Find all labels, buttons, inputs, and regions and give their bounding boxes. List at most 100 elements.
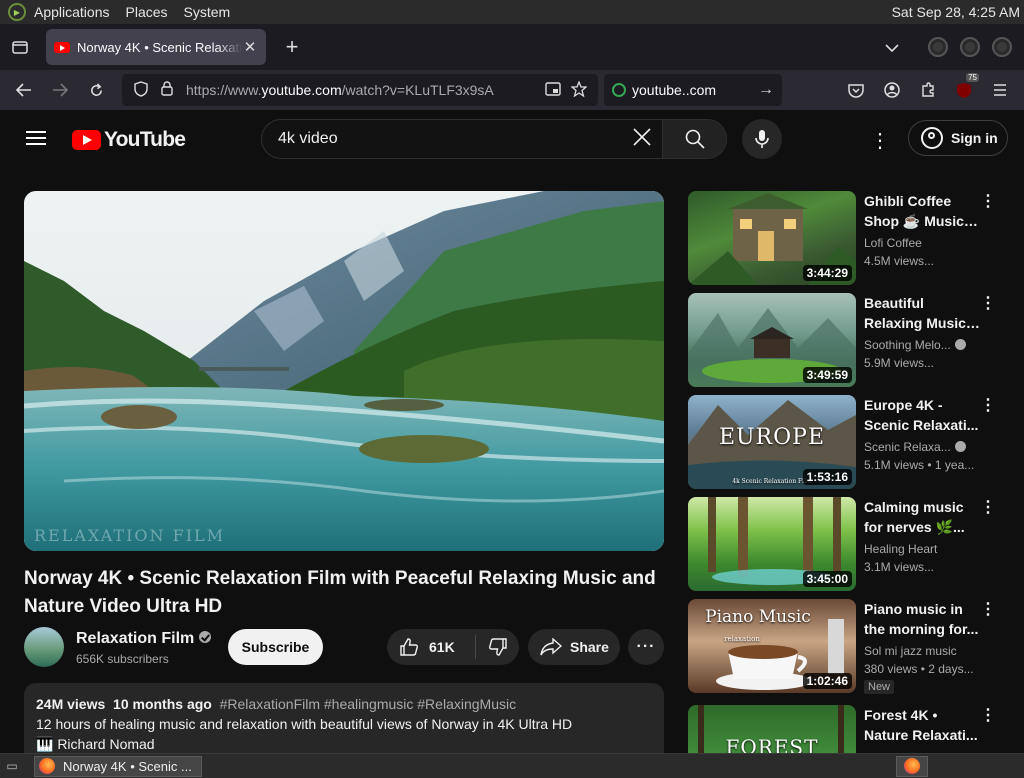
video-thumbnail[interactable]: Piano Music relaxation 1:02:46	[688, 599, 856, 693]
maximize-window-button[interactable]	[960, 37, 980, 57]
voice-search-button[interactable]	[742, 119, 782, 159]
like-button[interactable]: 61K	[387, 629, 475, 665]
search-bar[interactable]: youtube..com →	[604, 74, 782, 106]
action-menu-icon[interactable]: ⋮	[980, 397, 996, 415]
share-arrow-icon	[540, 638, 562, 656]
related-channel-name[interactable]: Lofi Coffee	[864, 236, 980, 250]
related-video-title[interactable]: Europe 4K - Scenic Relaxati...	[864, 395, 980, 435]
bottom-taskbar: ▭ Norway 4K • Scenic ...	[0, 753, 1024, 778]
video-thumbnail[interactable]: FOREST	[688, 705, 856, 753]
related-video-title[interactable]: Ghibli Coffee Shop ☕ Music t...	[864, 191, 980, 231]
related-video-item[interactable]: EUROPE 4k Scenic Relaxation Film 1:53:16…	[688, 395, 1008, 489]
account-icon	[884, 82, 900, 98]
system-menu[interactable]: System	[184, 4, 231, 20]
action-menu-icon[interactable]: ⋮	[980, 601, 996, 619]
video-thumbnail[interactable]: 3:45:00	[688, 497, 856, 591]
sign-in-label: Sign in	[951, 130, 998, 146]
pocket-button[interactable]	[838, 72, 874, 108]
search-go-arrow-icon[interactable]: →	[758, 81, 774, 99]
microphone-icon	[755, 130, 769, 148]
ublock-shield-icon	[957, 82, 971, 98]
related-video-item[interactable]: 3:49:59 Beautiful Relaxing Music ... Soot…	[688, 293, 1008, 387]
video-thumbnail[interactable]: 3:44:29	[688, 191, 856, 285]
related-video-title[interactable]: Calming music for nerves 🌿...	[864, 497, 980, 537]
video-thumbnail[interactable]: EUROPE 4k Scenic Relaxation Film 1:53:16	[688, 395, 856, 489]
firefox-view-button[interactable]	[0, 24, 40, 70]
related-channel-name[interactable]: Soothing Melo...	[864, 338, 980, 352]
related-video-title[interactable]: Forest 4K • Nature Relaxati...	[864, 705, 980, 745]
taskbar-window-button[interactable]: Norway 4K • Scenic ...	[34, 755, 202, 777]
dislike-button[interactable]	[476, 637, 519, 657]
share-button[interactable]: Share	[528, 629, 620, 665]
tracking-protection-shield-icon[interactable]	[128, 80, 154, 100]
browser-tab-strip: Norway 4K • Scenic Relaxation Film ✕ +	[0, 24, 1024, 70]
action-menu-icon[interactable]: ⋮	[980, 193, 996, 211]
related-channel-name[interactable]: Scenic Relaxa...	[864, 440, 980, 454]
app-menu-button[interactable]	[982, 72, 1018, 108]
url-text[interactable]: https://www.youtube.com/watch?v=KLuTLF3x…	[186, 82, 540, 98]
sign-in-button[interactable]: Sign in	[908, 120, 1008, 156]
workspace-switcher[interactable]	[896, 755, 928, 777]
video-duration: 3:45:00	[802, 571, 852, 587]
action-menu-icon[interactable]: ⋮	[980, 295, 996, 313]
youtube-search-input[interactable]: 4k video	[262, 130, 622, 148]
close-tab-icon[interactable]: ✕	[242, 38, 258, 56]
subscribe-button[interactable]: Subscribe	[228, 629, 323, 665]
distro-logo-icon[interactable]: ▶	[8, 3, 26, 21]
related-video-item[interactable]: Piano Music relaxation 1:02:46 Piano mus…	[688, 599, 1008, 694]
list-all-tabs-button[interactable]	[872, 39, 912, 55]
clock[interactable]: Sat Sep 28, 4:25 AM	[892, 4, 1020, 20]
thumbnail-title-text: Piano Music	[705, 607, 811, 627]
account-circle-icon	[921, 127, 943, 149]
minimize-window-button[interactable]	[928, 37, 948, 57]
ublock-extension-button[interactable]: 75	[946, 72, 982, 108]
settings-more-icon[interactable]: ⋮	[870, 128, 890, 153]
more-actions-button[interactable]: ···	[628, 629, 664, 665]
reload-button[interactable]	[78, 72, 114, 108]
applications-menu[interactable]: Applications	[34, 4, 110, 20]
close-window-button[interactable]	[992, 37, 1012, 57]
firefox-tray-icon	[904, 758, 920, 774]
active-tab[interactable]: Norway 4K • Scenic Relaxation Film ✕	[46, 29, 266, 65]
verified-check-icon	[199, 631, 212, 643]
related-channel-name[interactable]: Healing Heart	[864, 542, 980, 556]
related-channel-name[interactable]: Sol mi jazz music	[864, 644, 980, 658]
places-menu[interactable]: Places	[126, 4, 168, 20]
video-duration: 3:44:29	[802, 265, 852, 281]
channel-avatar[interactable]	[24, 627, 64, 667]
related-video-item[interactable]: 3:45:00 Calming music for nerves 🌿... Hea…	[688, 497, 1008, 591]
action-menu-icon[interactable]: ⋮	[980, 499, 996, 517]
related-video-item[interactable]: 3:44:29 Ghibli Coffee Shop ☕ Music t... L…	[688, 191, 1008, 285]
new-badge: New	[864, 680, 895, 694]
video-thumbnail[interactable]: 3:49:59	[688, 293, 856, 387]
bookmark-star-icon[interactable]	[566, 79, 592, 100]
guide-menu-icon[interactable]	[26, 131, 46, 145]
extensions-button[interactable]	[910, 72, 946, 108]
youtube-search-box[interactable]: 4k video	[261, 119, 727, 159]
related-video-title[interactable]: Piano music in the morning for...	[864, 599, 980, 639]
action-menu-icon[interactable]: ⋮	[980, 707, 996, 725]
youtube-search-button[interactable]	[662, 120, 726, 158]
thumbs-down-icon	[488, 638, 507, 656]
upload-age: 10 months ago	[113, 696, 212, 712]
related-video-item[interactable]: FOREST Forest 4K • Nature Relaxati... ⋮	[688, 705, 1008, 753]
account-button[interactable]	[874, 72, 910, 108]
back-button[interactable]	[6, 72, 42, 108]
back-arrow-icon	[16, 83, 31, 97]
youtube-logo[interactable]: YouTube	[72, 128, 186, 152]
picture-in-picture-icon[interactable]	[540, 81, 566, 99]
channel-name[interactable]: Relaxation Film	[76, 630, 194, 647]
hashtags[interactable]: #RelaxationFilm #healingmusic #RelaxingM…	[220, 696, 516, 712]
address-bar[interactable]: https://www.youtube.com/watch?v=KLuTLF3x…	[122, 74, 598, 106]
video-duration: 3:49:59	[802, 367, 852, 383]
show-desktop-icon[interactable]: ▭	[0, 754, 24, 778]
hamburger-menu-icon	[994, 84, 1006, 96]
video-description-box[interactable]: 24M views 10 months ago #RelaxationFilm …	[24, 683, 664, 753]
forward-button[interactable]	[42, 72, 78, 108]
new-tab-button[interactable]: +	[274, 34, 310, 60]
video-player[interactable]: RELAXATION FILM	[24, 191, 664, 551]
lock-icon[interactable]	[154, 81, 180, 99]
channel-name-row[interactable]: Relaxation Film	[76, 630, 212, 648]
related-video-title[interactable]: Beautiful Relaxing Music ...	[864, 293, 980, 333]
clear-search-icon[interactable]	[622, 125, 662, 153]
